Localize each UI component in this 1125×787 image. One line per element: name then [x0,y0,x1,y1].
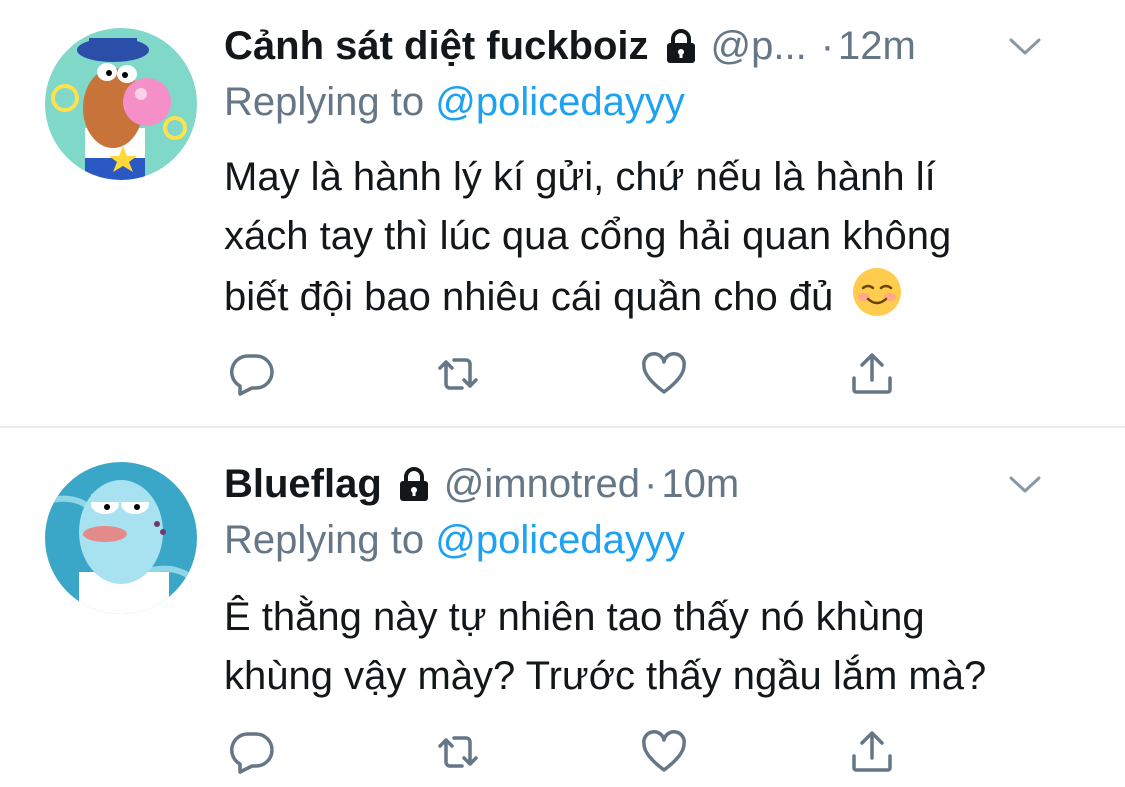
share-icon[interactable] [848,350,896,398]
tweet-text: Ê thằng này tự nhiên tao thấy nó khùng k… [224,588,1084,706]
avatar[interactable] [45,28,197,180]
reply-icon[interactable] [228,350,276,398]
tweet-1[interactable]: Cảnh sát diệt fuckboiz @p... · 12m Reply… [0,0,1125,426]
tweet-text-line: khùng vậy mày? Trước thấy ngầu lắm mà? [224,654,987,698]
user-handle[interactable]: @imnotred [444,462,640,507]
avatar[interactable] [45,462,197,614]
replying-prefix: Replying to [224,80,425,124]
replying-to: Replying to @policedayyy [224,518,685,563]
display-name[interactable]: Blueflag [224,462,382,507]
replying-to: Replying to @policedayyy [224,80,685,125]
tweet-text-line: xách tay thì lúc qua cổng hải quan không [224,214,952,258]
user-handle[interactable]: @p... [711,24,807,69]
tweet-text-line: Ê thằng này tự nhiên tao thấy nó khùng [224,595,925,639]
mention-link[interactable]: @policedayyy [435,518,685,562]
smiling-face-emoji [851,266,903,318]
timestamp[interactable]: 12m [838,24,916,69]
tweet-2[interactable]: Blueflag @imnotred · 10m Replying to @po… [0,428,1125,787]
timestamp[interactable]: 10m [661,462,739,507]
separator-dot: · [820,23,835,68]
retweet-icon[interactable] [434,350,482,398]
tweet-text-line: biết đội bao nhiêu cái quần cho đủ [224,275,834,319]
lock-icon [394,464,434,504]
tweet-text: May là hành lý kí gửi, chứ nếu là hành l… [224,148,1084,327]
like-icon[interactable] [640,728,688,776]
tweet-header: Blueflag @imnotred · 10m [224,458,1085,510]
retweet-icon[interactable] [434,728,482,776]
share-icon[interactable] [848,728,896,776]
tweet-text-line: May là hành lý kí gửi, chứ nếu là hành l… [224,155,936,199]
display-name[interactable]: Cảnh sát diệt fuckboiz [224,24,649,69]
tweet-header: Cảnh sát diệt fuckboiz @p... · 12m [224,20,1085,72]
tweet-actions [228,350,908,400]
reply-icon[interactable] [228,728,276,776]
tweet-text-line-wrap: biết đội bao nhiêu cái quần cho đủ [224,266,1084,327]
replying-prefix: Replying to [224,518,425,562]
chevron-down-icon[interactable] [1005,464,1045,504]
mention-link[interactable]: @policedayyy [435,80,685,124]
tweet-actions [228,728,908,778]
like-icon[interactable] [640,350,688,398]
chevron-down-icon[interactable] [1005,26,1045,66]
lock-icon [661,26,701,66]
separator-dot: · [644,461,658,506]
